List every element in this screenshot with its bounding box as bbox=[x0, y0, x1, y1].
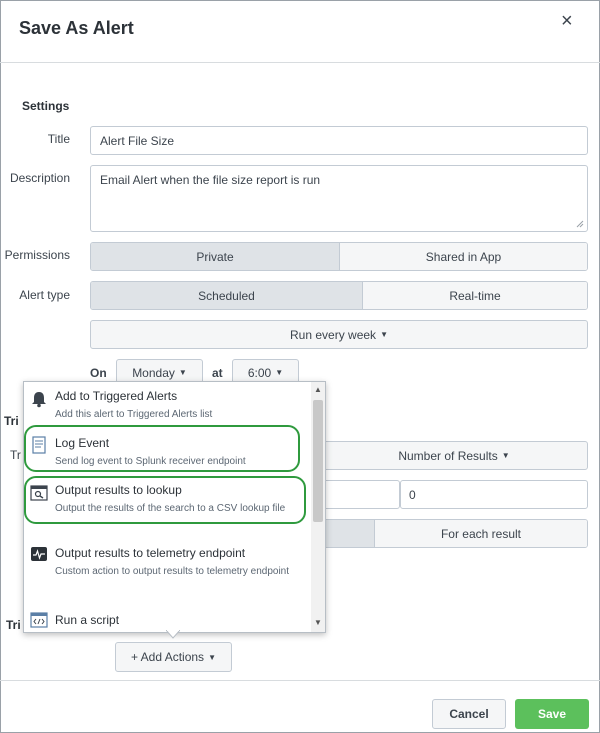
on-label: On bbox=[90, 366, 107, 380]
description-textarea[interactable]: Email Alert when the file size report is… bbox=[90, 165, 588, 232]
highlight-ring-output-lookup bbox=[24, 476, 306, 524]
menu-item-triggered-alerts[interactable]: Add to Triggered Alerts Add this alert t… bbox=[24, 382, 309, 426]
trigger-mode-toggle: For each result bbox=[320, 519, 588, 548]
trigger-each-result-option[interactable]: For each result bbox=[374, 520, 587, 547]
scrollbar-thumb[interactable] bbox=[313, 400, 323, 522]
dialog-title: Save As Alert bbox=[19, 18, 134, 38]
at-label: at bbox=[212, 366, 223, 380]
chevron-down-icon: ▼ bbox=[178, 368, 187, 377]
trigger-condition-dropdown[interactable]: Number of Results ▼ bbox=[320, 441, 588, 470]
save-button[interactable]: Save bbox=[515, 699, 589, 729]
cancel-button[interactable]: Cancel bbox=[432, 699, 506, 729]
scroll-down-icon[interactable]: ▼ bbox=[314, 618, 322, 627]
permissions-shared-option[interactable]: Shared in App bbox=[339, 243, 587, 270]
scroll-up-icon[interactable]: ▲ bbox=[314, 385, 322, 394]
alert-type-toggle: Scheduled Real-time bbox=[90, 281, 588, 310]
trigger-comparison-field[interactable] bbox=[320, 480, 400, 509]
permissions-toggle: Private Shared in App bbox=[90, 242, 588, 271]
menu-item-description: Add this alert to Triggered Alerts list bbox=[55, 409, 213, 420]
bell-icon bbox=[32, 392, 46, 408]
script-window-icon bbox=[30, 612, 48, 628]
description-text: Email Alert when the file size report is… bbox=[100, 173, 321, 187]
menu-item-description: Custom action to output results to telem… bbox=[55, 566, 290, 577]
menu-item-name: Output results to telemetry endpoint bbox=[55, 546, 246, 560]
alert-type-scheduled-option[interactable]: Scheduled bbox=[91, 282, 362, 309]
schedule-dropdown[interactable]: Run every week ▼ bbox=[90, 320, 588, 349]
menu-item-name: Add to Triggered Alerts bbox=[55, 389, 178, 403]
schedule-value: Run every week bbox=[290, 327, 377, 342]
time-value: 6:00 bbox=[247, 365, 272, 380]
telemetry-pulse-icon bbox=[31, 547, 47, 561]
day-value: Monday bbox=[132, 365, 175, 380]
highlight-ring-log-event bbox=[24, 425, 300, 472]
footer-divider bbox=[0, 680, 600, 681]
menu-item-name: Run a script bbox=[55, 613, 120, 627]
alert-type-label: Alert type bbox=[19, 288, 70, 302]
menu-item-output-telemetry[interactable]: Output results to telemetry endpoint Cus… bbox=[24, 542, 309, 602]
title-label: Title bbox=[47, 132, 70, 146]
add-actions-label: + Add Actions bbox=[131, 650, 205, 664]
chevron-down-icon: ▼ bbox=[501, 451, 510, 460]
menu-pointer-caret bbox=[166, 630, 180, 639]
trigger-condition-value: Number of Results bbox=[398, 448, 498, 463]
resize-handle-icon[interactable] bbox=[576, 220, 584, 228]
close-icon[interactable]: × bbox=[561, 10, 573, 33]
chevron-down-icon: ▼ bbox=[208, 652, 216, 662]
add-actions-button[interactable]: + Add Actions ▼ bbox=[115, 642, 232, 672]
trigger-label-partial: Tr bbox=[10, 448, 21, 462]
menu-item-run-script[interactable]: Run a script bbox=[24, 607, 309, 632]
menu-scrollbar[interactable]: ▲ ▼ bbox=[311, 382, 325, 632]
alert-type-realtime-option[interactable]: Real-time bbox=[362, 282, 587, 309]
trigger-actions-heading-partial: Tri bbox=[6, 618, 21, 632]
trigger-heading-partial: Tri bbox=[4, 414, 19, 428]
title-input[interactable]: Alert File Size bbox=[90, 126, 588, 155]
description-label: Description bbox=[9, 171, 70, 185]
permissions-private-option[interactable]: Private bbox=[91, 243, 339, 270]
permissions-label: Permissions bbox=[4, 248, 70, 262]
settings-heading: Settings bbox=[22, 99, 70, 113]
chevron-down-icon: ▼ bbox=[380, 330, 388, 339]
trigger-count-input[interactable]: 0 bbox=[400, 480, 588, 509]
trigger-once-option[interactable] bbox=[321, 520, 374, 547]
chevron-down-icon: ▼ bbox=[275, 368, 284, 377]
dialog-header: Save As Alert × bbox=[0, 0, 600, 63]
